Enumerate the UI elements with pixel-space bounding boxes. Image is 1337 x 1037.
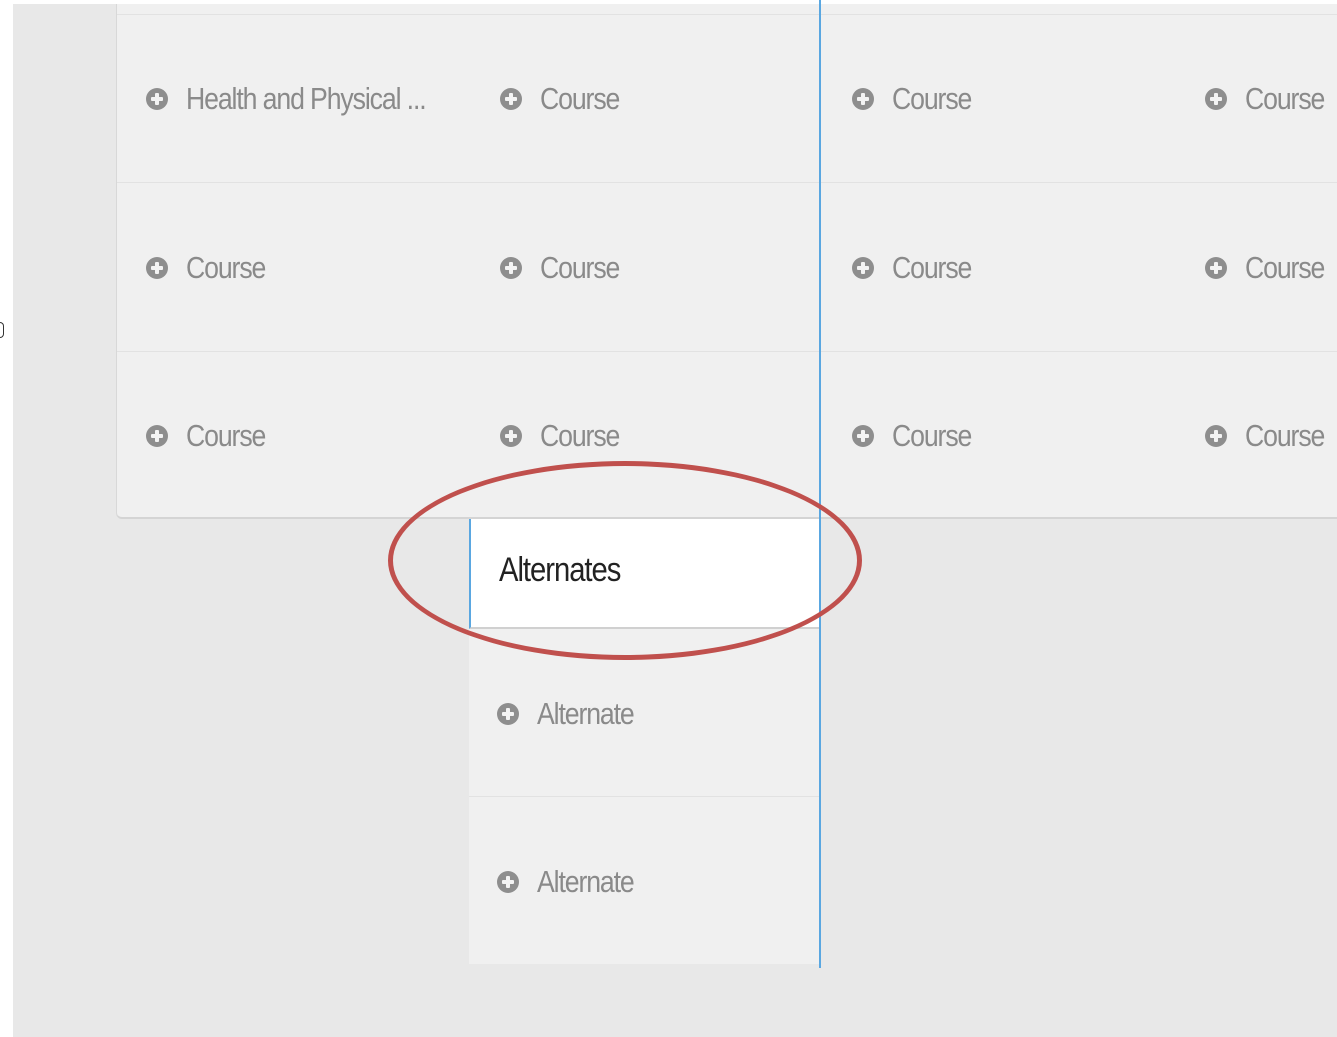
- plus-circle-icon[interactable]: [497, 871, 519, 893]
- course-slot[interactable]: Course: [1205, 248, 1337, 288]
- course-slot[interactable]: Course: [500, 416, 632, 456]
- course-slot[interactable]: Course: [500, 79, 632, 119]
- row-divider: [469, 796, 819, 797]
- course-slot-label: Course: [186, 250, 266, 285]
- course-slot-label: Health and Physical ...: [186, 81, 427, 116]
- edge-mark: [0, 322, 4, 338]
- course-slot-label: Course: [1245, 81, 1325, 116]
- plus-circle-icon[interactable]: [146, 425, 168, 447]
- course-slot-label: Course: [540, 418, 620, 453]
- course-slot-label: Course: [186, 418, 266, 453]
- plus-circle-icon[interactable]: [497, 703, 519, 725]
- course-slot[interactable]: Course: [146, 416, 278, 456]
- plus-circle-icon[interactable]: [146, 88, 168, 110]
- row-divider: [117, 182, 1337, 183]
- plus-circle-icon[interactable]: [500, 257, 522, 279]
- course-slot-label: Course: [540, 81, 620, 116]
- alternates-panel: Alternates Alternate Alternate: [469, 519, 819, 964]
- course-slot-label: Course: [540, 250, 620, 285]
- course-slot-label: Course: [892, 81, 972, 116]
- plus-circle-icon[interactable]: [500, 88, 522, 110]
- alternate-slot[interactable]: Alternate: [497, 862, 649, 902]
- course-slot-label: Course: [1245, 418, 1325, 453]
- alternate-slot-label: Alternate: [537, 696, 635, 731]
- column-divider: [819, 0, 821, 968]
- plus-circle-icon[interactable]: [1205, 257, 1227, 279]
- alternate-slot[interactable]: Alternate: [497, 694, 649, 734]
- alternate-slot-label: Alternate: [537, 864, 635, 899]
- course-slot[interactable]: Course: [1205, 79, 1337, 119]
- plus-circle-icon[interactable]: [852, 88, 874, 110]
- course-slot[interactable]: Course: [852, 248, 984, 288]
- plus-circle-icon[interactable]: [852, 425, 874, 447]
- plus-circle-icon[interactable]: [146, 257, 168, 279]
- course-slot[interactable]: Health and Physical ...: [146, 79, 465, 119]
- course-slot-label: Course: [892, 250, 972, 285]
- course-grid: Health and Physical ... Course Course Co…: [116, 4, 1337, 519]
- course-slot[interactable]: Course: [852, 79, 984, 119]
- course-slot-label: Course: [892, 418, 972, 453]
- plus-circle-icon[interactable]: [500, 425, 522, 447]
- course-slot[interactable]: Course: [1205, 416, 1337, 456]
- plus-circle-icon[interactable]: [852, 257, 874, 279]
- course-slot-label: Course: [1245, 250, 1325, 285]
- plus-circle-icon[interactable]: [1205, 425, 1227, 447]
- alternates-header: Alternates: [469, 519, 819, 629]
- alternates-title: Alternates: [499, 551, 621, 589]
- course-slot[interactable]: Course: [852, 416, 984, 456]
- row-divider: [117, 351, 1337, 352]
- course-slot[interactable]: Course: [146, 248, 278, 288]
- course-slot[interactable]: Course: [500, 248, 632, 288]
- plus-circle-icon[interactable]: [1205, 88, 1227, 110]
- row-divider: [117, 14, 1337, 15]
